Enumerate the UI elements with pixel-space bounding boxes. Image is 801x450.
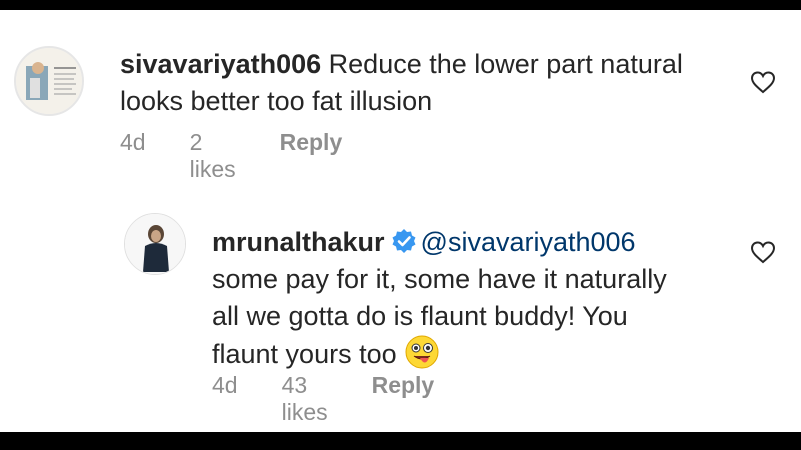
comment-age[interactable]: 4d bbox=[120, 129, 146, 183]
winking-face-with-tongue-emoji bbox=[405, 335, 439, 369]
comment-username[interactable]: sivavariyath006 bbox=[120, 49, 321, 79]
comment-likes[interactable]: 2 likes bbox=[190, 129, 236, 183]
comments-panel: sivavariyath006 Reduce the lower part na… bbox=[0, 10, 801, 432]
verified-badge-icon bbox=[392, 229, 416, 253]
avatar-image bbox=[16, 48, 82, 114]
avatar[interactable] bbox=[124, 213, 186, 275]
heart-outline-icon[interactable] bbox=[750, 70, 776, 94]
heart-outline-icon[interactable] bbox=[750, 240, 776, 264]
reply-likes[interactable]: 43 likes bbox=[282, 372, 328, 426]
avatar[interactable] bbox=[14, 46, 84, 116]
reply-button[interactable]: Reply bbox=[372, 372, 435, 426]
reply-button[interactable]: Reply bbox=[280, 129, 343, 183]
mention-link[interactable]: @sivavariyath006 bbox=[421, 227, 636, 257]
comment-meta: 4d 2 likes Reply bbox=[120, 129, 386, 183]
reply-username[interactable]: mrunalthakur bbox=[212, 227, 385, 257]
reply-body: some pay for it, some have it naturally … bbox=[212, 264, 667, 369]
avatar-image bbox=[125, 214, 185, 274]
comment-text: sivavariyath006 Reduce the lower part na… bbox=[120, 46, 720, 120]
reply-meta: 4d 43 likes Reply bbox=[212, 372, 478, 426]
reply-age[interactable]: 4d bbox=[212, 372, 238, 426]
reply-text: mrunalthakur @sivavariyath006 some pay f… bbox=[212, 224, 672, 373]
